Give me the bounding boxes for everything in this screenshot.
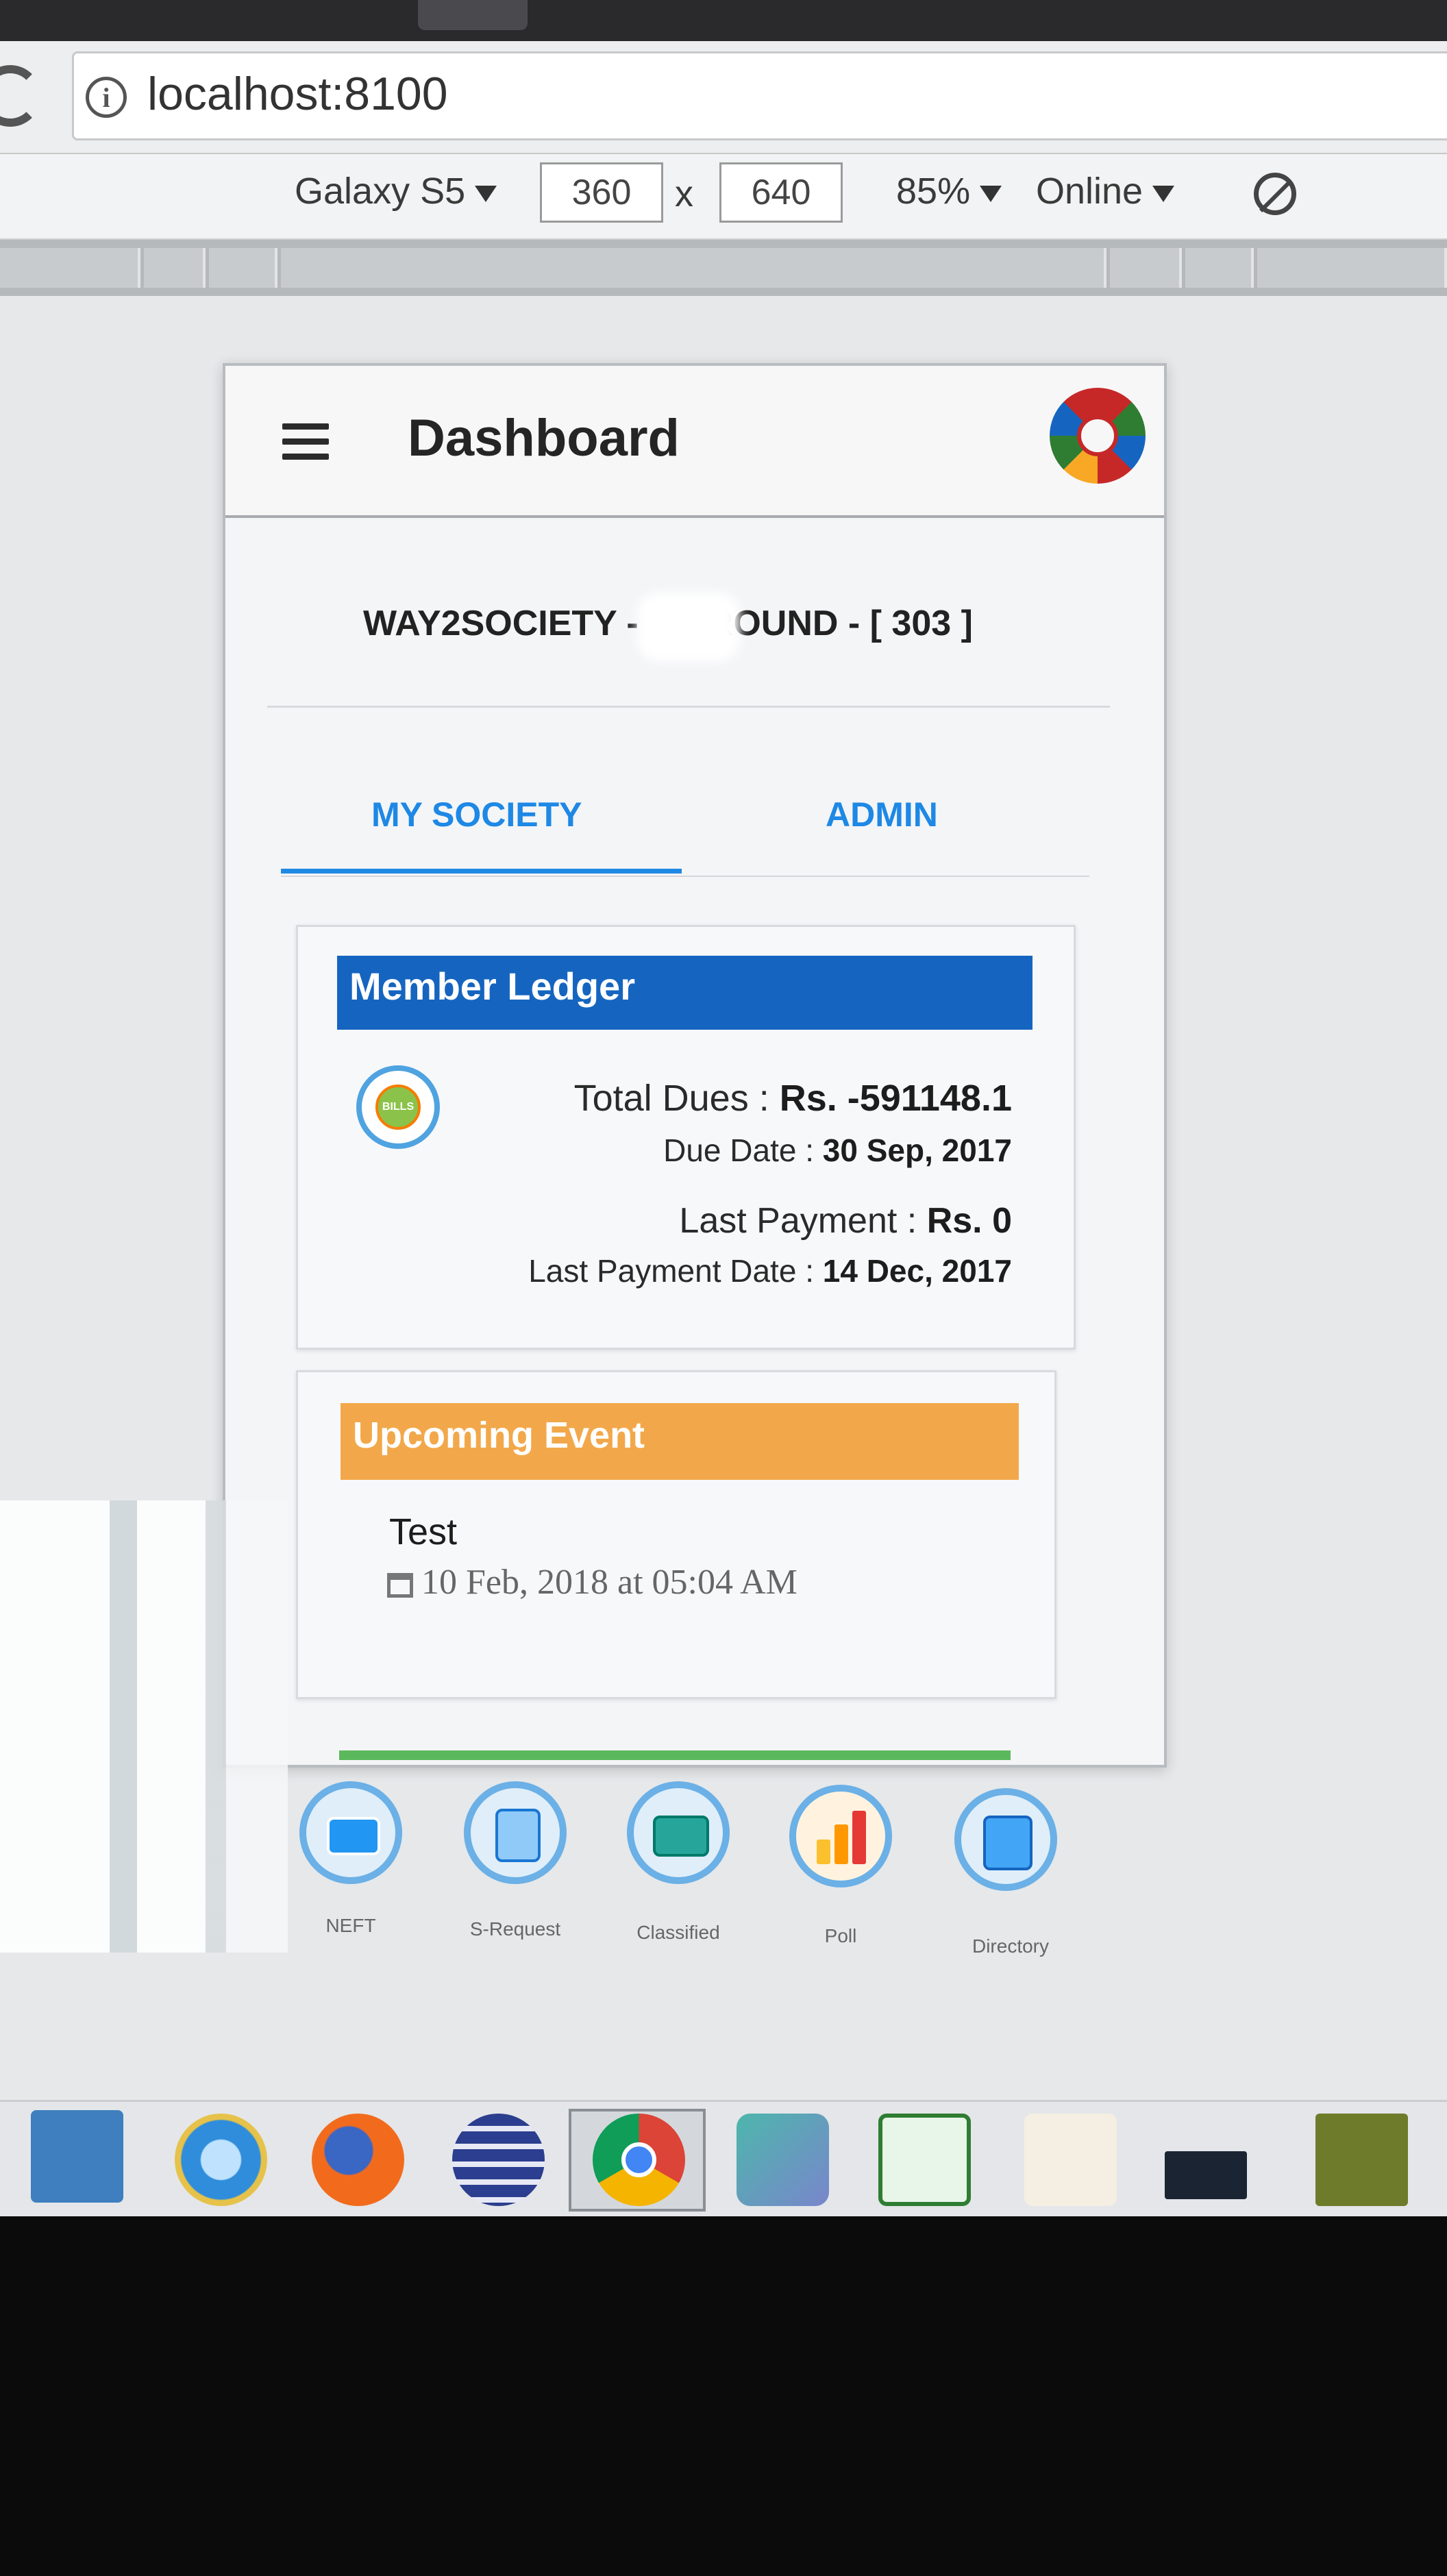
- block-icon[interactable]: [1254, 173, 1296, 215]
- directory-label: Directory: [972, 1935, 1049, 1957]
- monitor-bezel-bottom: [0, 2216, 1447, 2576]
- monitor-bezel-top: [0, 0, 1447, 41]
- society-logo-center: [1077, 415, 1118, 456]
- event-date-text: 10 Feb, 2018 at 05:04 AM: [421, 1563, 797, 1602]
- last-payment-date-label: Last Payment Date :: [528, 1253, 823, 1289]
- event-date: 10 Feb, 2018 at 05:04 AM: [387, 1562, 797, 1602]
- chrome-icon[interactable]: [593, 2114, 685, 2206]
- member-ledger-header: Member Ledger: [337, 956, 1032, 1030]
- menu-icon[interactable]: [282, 423, 329, 460]
- caret-down-icon: [980, 185, 1002, 202]
- device-select[interactable]: Galaxy S5: [295, 170, 497, 212]
- device-select-label: Galaxy S5: [295, 171, 466, 212]
- classified-button[interactable]: [627, 1781, 730, 1884]
- tab-my-society[interactable]: MY SOCIETY: [371, 795, 582, 834]
- last-payment-date: Last Payment Date : 14 Dec, 2017: [528, 1252, 1012, 1289]
- classified-label: Classified: [636, 1922, 720, 1943]
- upcoming-event-header: Upcoming Event: [341, 1403, 1019, 1480]
- folder-icon[interactable]: [1024, 2114, 1117, 2206]
- poll-bar-icon: [852, 1811, 866, 1864]
- bills-icon-label: BILLS: [375, 1085, 421, 1130]
- tab-divider: [281, 876, 1089, 877]
- firefox-icon[interactable]: [312, 2114, 404, 2206]
- media-query-segment[interactable]: [281, 248, 1106, 288]
- neft-button[interactable]: [299, 1781, 402, 1884]
- dreamweaver-icon[interactable]: [1315, 2114, 1408, 2206]
- directory-book-icon: [983, 1816, 1032, 1870]
- media-query-segment[interactable]: [1257, 248, 1447, 288]
- internet-explorer-icon[interactable]: [175, 2114, 267, 2206]
- poll-chart-icon: [817, 1840, 830, 1864]
- caret-down-icon: [475, 185, 497, 202]
- media-query-segment[interactable]: [1110, 248, 1182, 288]
- app-header: [225, 366, 1164, 518]
- network-select-label: Online: [1036, 171, 1143, 212]
- due-date-label: Due Date :: [663, 1132, 823, 1168]
- last-payment-label: Last Payment :: [679, 1201, 927, 1241]
- media-query-segment[interactable]: [0, 248, 140, 288]
- zoom-select-label: 85%: [896, 171, 971, 212]
- network-select[interactable]: Online: [1036, 170, 1175, 212]
- classified-icon: [653, 1816, 709, 1857]
- zoom-select[interactable]: 85%: [896, 170, 1002, 212]
- media-query-segment[interactable]: [144, 248, 206, 288]
- poll-label: Poll: [824, 1925, 857, 1946]
- total-dues-label: Total Dues :: [573, 1078, 780, 1119]
- caret-down-icon: [1152, 185, 1175, 202]
- terminal-icon[interactable]: [1165, 2151, 1247, 2199]
- media-query-segment[interactable]: [1185, 248, 1254, 288]
- dimension-separator: x: [675, 173, 693, 214]
- chrome-center-icon: [621, 2142, 656, 2177]
- event-title: Test: [389, 1511, 458, 1552]
- directory-button[interactable]: [954, 1788, 1057, 1891]
- request-icon: [495, 1809, 541, 1862]
- network-computer-icon[interactable]: [31, 2110, 123, 2203]
- tab-admin[interactable]: ADMIN: [826, 795, 938, 834]
- last-payment-value: Rs. 0: [926, 1201, 1012, 1241]
- app-stripes-icon[interactable]: [452, 2114, 545, 2206]
- poll-button[interactable]: [789, 1785, 892, 1887]
- info-icon[interactable]: i: [86, 77, 127, 118]
- filezilla-icon[interactable]: [737, 2114, 829, 2206]
- last-payment: Last Payment : Rs. 0: [679, 1200, 1012, 1241]
- height-input[interactable]: 640: [719, 162, 843, 223]
- divider: [267, 706, 1110, 708]
- last-payment-date-value: 14 Dec, 2017: [822, 1253, 1012, 1289]
- calendar-icon: [387, 1573, 413, 1598]
- s-request-button[interactable]: [464, 1781, 567, 1884]
- url-text: localhost:8100: [147, 68, 448, 120]
- screen-reflection: [0, 1500, 288, 1953]
- width-input[interactable]: 360: [540, 162, 663, 223]
- excel-icon[interactable]: [878, 2114, 971, 2206]
- card-icon: [327, 1817, 380, 1855]
- neft-label: NEFT: [325, 1915, 376, 1936]
- poll-bar-icon: [834, 1824, 848, 1864]
- due-date-value: 30 Sep, 2017: [822, 1132, 1012, 1168]
- due-date: Due Date : 30 Sep, 2017: [663, 1132, 1012, 1169]
- media-query-segment[interactable]: [209, 248, 277, 288]
- s-request-label: S-Request: [469, 1918, 561, 1940]
- page-title: Dashboard: [408, 409, 680, 467]
- total-dues: Total Dues : Rs. -591148.1: [574, 1077, 1012, 1119]
- total-dues-value: Rs. -591148.1: [779, 1078, 1012, 1119]
- active-tab-indicator: [281, 869, 682, 874]
- screen-glare: [637, 593, 740, 661]
- section-accent-bar: [339, 1750, 1011, 1760]
- browser-tab[interactable]: [418, 0, 528, 30]
